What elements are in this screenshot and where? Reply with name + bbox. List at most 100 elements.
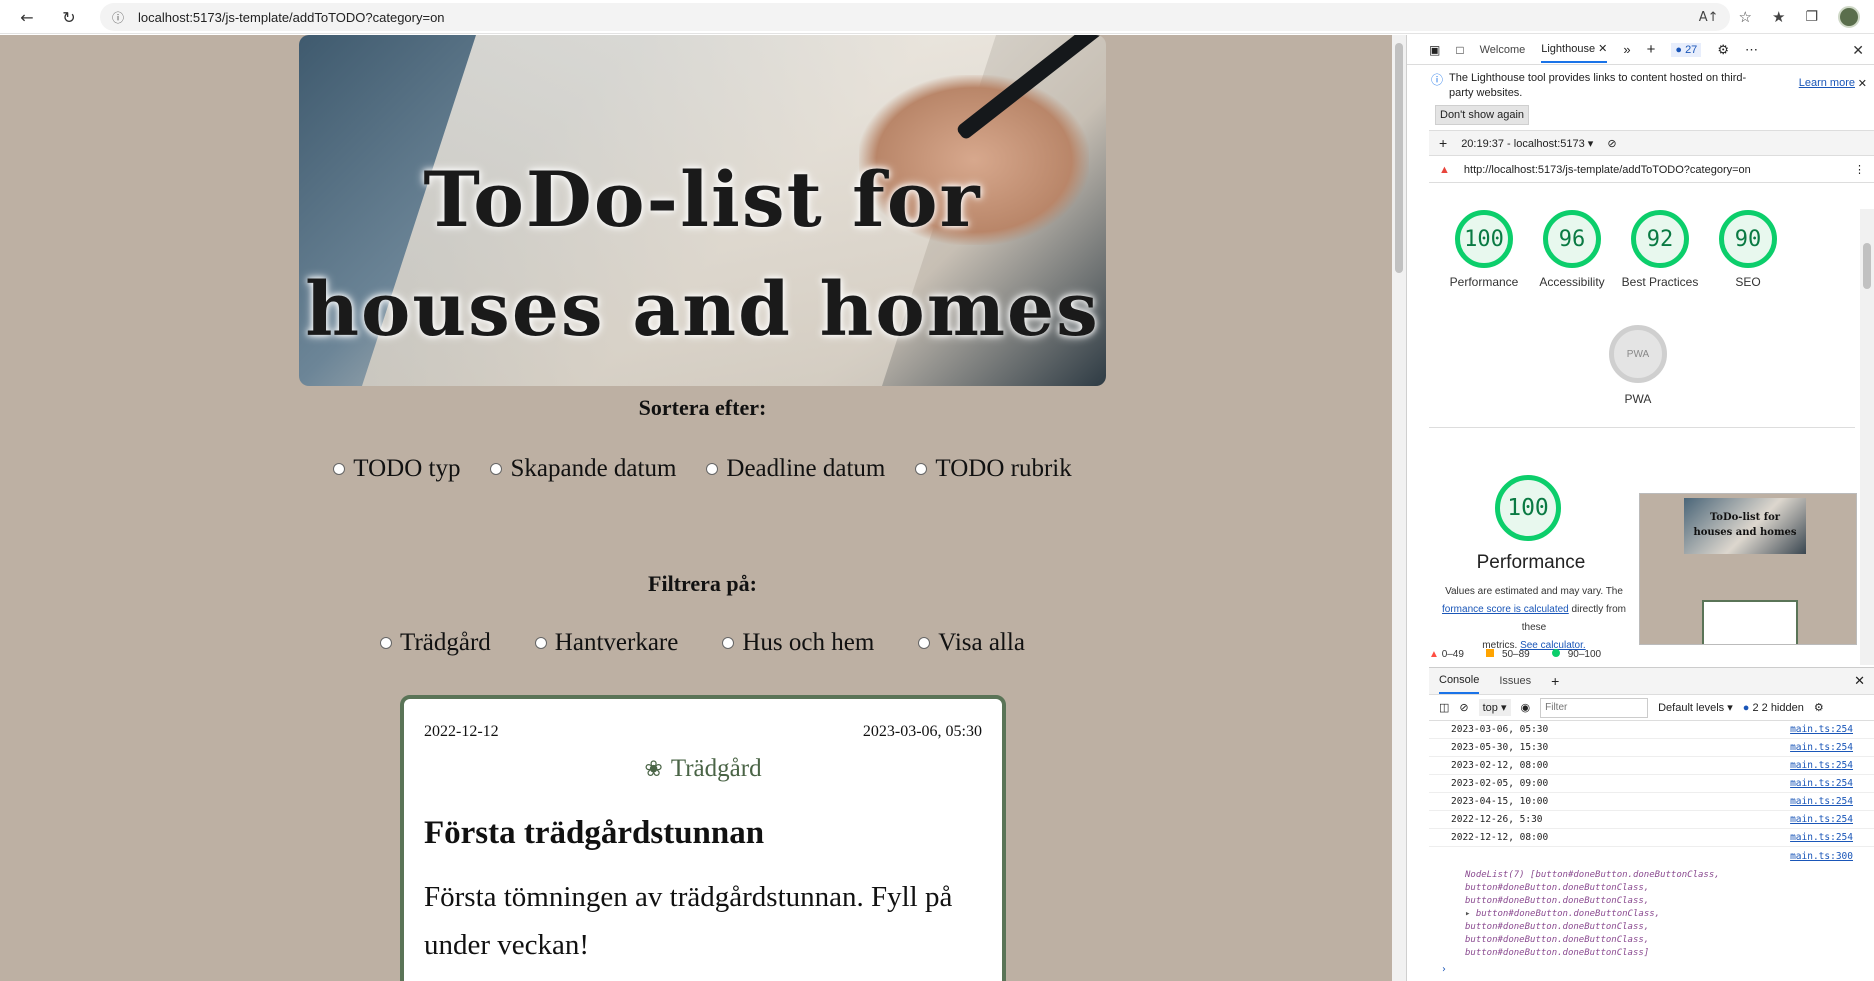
sort-option-deadline[interactable]: Deadline datum (706, 455, 885, 483)
add-drawer-tab-icon[interactable]: + (1551, 673, 1559, 689)
tab-lighthouse[interactable]: Lighthouse ✕ (1541, 36, 1608, 63)
filter-option-garden[interactable]: Trädgård (380, 629, 491, 657)
sidebar-toggle-icon[interactable]: ◫ (1439, 701, 1449, 714)
hidden-messages-badge[interactable]: ● 2 2 hidden (1743, 702, 1804, 714)
log-source-link[interactable]: main.ts:254 (1790, 760, 1853, 771)
thumbnail-hero: ToDo-list for houses and homes (1684, 498, 1806, 554)
back-icon[interactable]: ← (16, 6, 38, 28)
console-log-row: 2023-04-15, 10:00 main.ts:254 (1429, 793, 1874, 811)
report-select[interactable]: 20:19:37 - localhost:5173 ▾ (1461, 137, 1593, 150)
gauge-pwa[interactable]: PWA (1609, 325, 1667, 383)
lighthouse-scrollbar-thumb[interactable] (1863, 243, 1871, 289)
page-scrollbar[interactable] (1392, 35, 1406, 981)
filter-option-craftsman[interactable]: Hantverkare (534, 629, 678, 657)
inspect-icon[interactable]: □ (1456, 43, 1463, 57)
log-source-link[interactable]: main.ts:254 (1790, 778, 1853, 789)
radio-button[interactable] (915, 463, 928, 475)
lighthouse-scrollbar[interactable] (1860, 209, 1874, 665)
add-tab-icon[interactable]: + (1647, 41, 1656, 58)
clear-icon[interactable]: ⊘ (1607, 137, 1616, 150)
card-created-date: 2022-12-12 (424, 723, 499, 740)
close-tab-icon[interactable]: ✕ (1598, 43, 1607, 55)
collections-icon[interactable]: ❐ (1805, 9, 1818, 25)
profile-avatar[interactable] (1838, 6, 1860, 28)
log-source-link[interactable]: main.ts:254 (1790, 724, 1853, 735)
sort-option-type[interactable]: TODO typ (333, 455, 460, 483)
hero-banner: ToDo-list for houses and homes (299, 35, 1106, 386)
legend-average-swatch (1485, 649, 1494, 657)
address-bar[interactable]: ⓘ localhost:5173/js-template/addToTODO?c… (100, 3, 1730, 31)
close-drawer-icon[interactable]: ✕ (1854, 673, 1865, 689)
radio-button[interactable] (380, 637, 393, 649)
page-screenshot-thumbnail[interactable]: ToDo-list for houses and homes (1639, 493, 1857, 645)
gauge-label-performance: Performance (1449, 275, 1519, 289)
radio-button[interactable] (918, 637, 931, 649)
performance-note: Values are estimated and may vary. The f… (1442, 586, 1626, 651)
legend-pass-swatch (1551, 649, 1560, 657)
context-select[interactable]: top ▾ (1478, 699, 1511, 716)
expand-triangle-icon[interactable]: ▸ (1465, 909, 1470, 919)
tab-welcome[interactable]: Welcome (1480, 38, 1526, 62)
settings-gear-icon[interactable]: ⚙ (1717, 42, 1729, 58)
tab-console[interactable]: Console (1439, 668, 1480, 694)
favorites-icon[interactable]: ★ (1772, 8, 1785, 26)
more-options-icon[interactable]: ⋯ (1745, 42, 1758, 58)
console-prompt-icon[interactable]: › (1429, 960, 1874, 975)
gauge-best-practices[interactable]: 92 (1631, 210, 1689, 268)
filter-option-all[interactable]: Visa alla (918, 629, 1025, 657)
report-menu-icon[interactable]: ⋮ (1854, 163, 1865, 176)
info-text: The Lighthouse tool provides links to co… (1449, 72, 1747, 99)
page-scrollbar-thumb[interactable] (1395, 43, 1403, 273)
tab-issues[interactable]: Issues (1499, 669, 1531, 693)
info-icon: ⓘ (1431, 73, 1444, 87)
radio-button[interactable] (490, 463, 503, 475)
radio-button[interactable] (534, 637, 547, 649)
new-report-icon[interactable]: + (1439, 135, 1447, 151)
radio-button[interactable] (333, 463, 346, 475)
clear-console-icon[interactable]: ⊘ (1459, 701, 1468, 714)
sort-option-created[interactable]: Skapande datum (490, 455, 676, 483)
console-filter-input[interactable] (1540, 697, 1649, 718)
close-devtools-icon[interactable]: ✕ (1852, 42, 1864, 59)
gauge-label-accessibility: Accessibility (1539, 275, 1605, 289)
site-info-icon[interactable]: ⓘ (112, 9, 124, 26)
more-tabs-icon[interactable]: » (1623, 42, 1630, 57)
devtools-panel: ▣ □ Welcome Lighthouse ✕ » + ● 27 ⚙ ⋯ ✕ … (1406, 35, 1874, 981)
live-expression-icon[interactable]: ◉ (1521, 701, 1531, 714)
gauge-performance[interactable]: 100 (1455, 210, 1513, 268)
filter-option-house[interactable]: Hus och hem (722, 629, 874, 657)
learn-more-link[interactable]: Learn more (1799, 77, 1855, 89)
gauge-label-best-practices: Best Practices (1621, 275, 1699, 289)
drawer-tabs: Console Issues + ✕ (1429, 667, 1874, 695)
sort-options: TODO typ Skapande datum Deadline datum T… (299, 455, 1106, 483)
divider (1429, 427, 1855, 428)
issues-badge[interactable]: ● 27 (1671, 42, 1702, 57)
log-source-link[interactable]: main.ts:254 (1790, 814, 1853, 825)
gauge-seo[interactable]: 90 (1719, 210, 1777, 268)
console-toolbar: ◫ ⊘ top ▾ ◉ Default levels ▾ ● 2 2 hidde… (1429, 695, 1874, 721)
hero-title-line2: houses and homes (305, 267, 1100, 353)
log-source-link[interactable]: main.ts:254 (1790, 742, 1853, 753)
log-source-link[interactable]: main.ts:254 (1790, 832, 1853, 843)
score-calculated-link[interactable]: formance score is calculated (1442, 604, 1569, 615)
gauge-accessibility[interactable]: 96 (1543, 210, 1601, 268)
radio-button[interactable] (706, 463, 719, 475)
sort-option-title[interactable]: TODO rubrik (915, 455, 1072, 483)
log-source-link[interactable]: main.ts:254 (1790, 796, 1853, 807)
radio-button[interactable] (722, 637, 735, 649)
close-info-icon[interactable]: ✕ (1858, 77, 1867, 90)
card-deadline: 2023-03-06, 05:30 (862, 723, 982, 740)
add-favorite-icon[interactable]: ☆ (1739, 8, 1752, 26)
todo-card: 2022-12-12 2023-03-06, 05:30 ❀ Trädgård … (400, 695, 1006, 981)
device-toolbar-icon[interactable]: ▣ (1429, 43, 1440, 57)
browser-toolbar: ← ↻ ⓘ localhost:5173/js-template/addToTO… (0, 0, 1874, 34)
read-aloud-icon[interactable]: A↑ (1699, 10, 1719, 25)
log-source-link[interactable]: main.ts:300 (1790, 851, 1853, 862)
log-levels-select[interactable]: Default levels ▾ (1658, 701, 1733, 714)
gauge-label-pwa: PWA (1624, 392, 1652, 406)
nodelist-output[interactable]: NodeList(7) [button#doneButton.doneButto… (1429, 865, 1874, 960)
reload-icon[interactable]: ↻ (58, 6, 80, 28)
console-settings-icon[interactable]: ⚙ (1814, 701, 1824, 714)
dont-show-again-button[interactable]: Don't show again (1435, 105, 1530, 125)
sort-label: Sortera efter: (638, 395, 767, 420)
